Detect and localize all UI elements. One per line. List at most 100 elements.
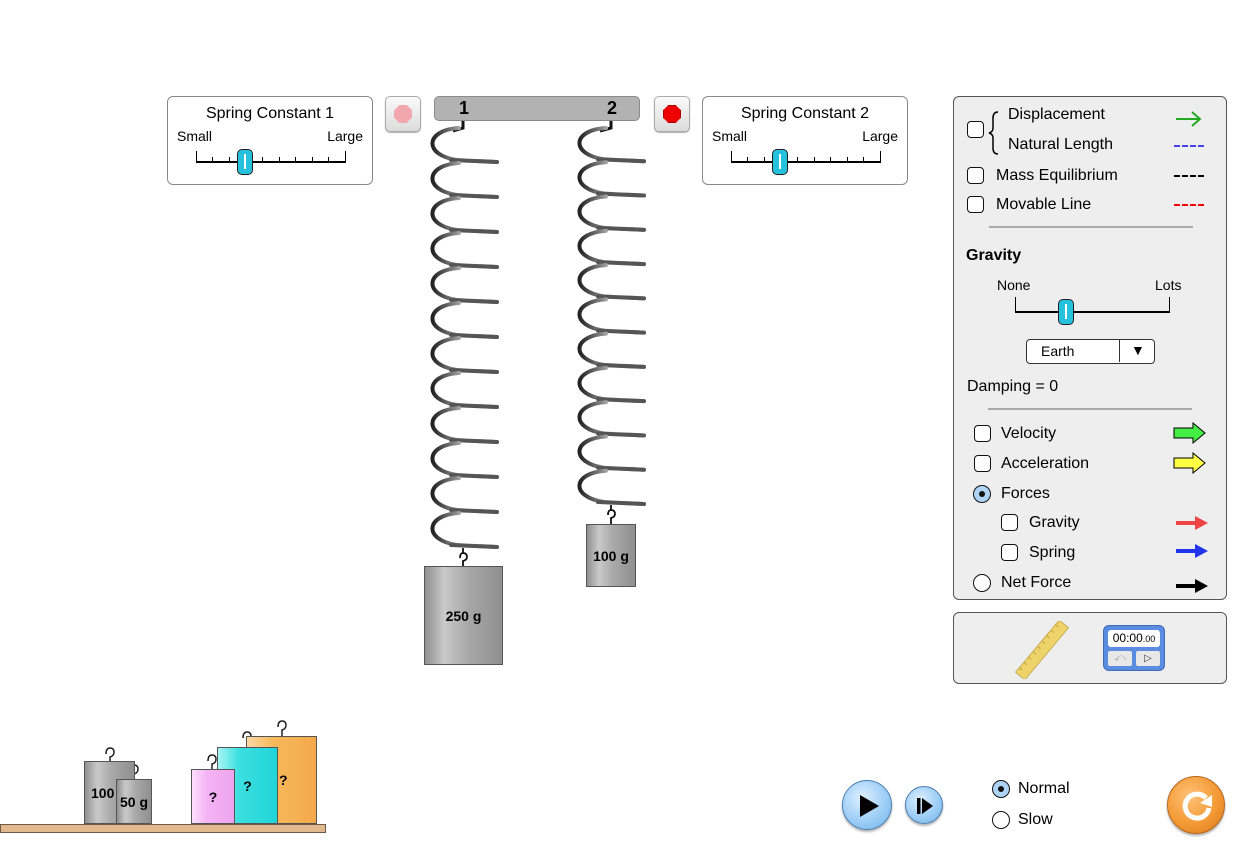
spring-coil: [430, 511, 499, 549]
gravity-force-label: Gravity: [1029, 514, 1080, 531]
spring-force-label: Spring: [1029, 544, 1076, 561]
movable-line-checkbox[interactable]: [967, 196, 984, 213]
shelf-mystery-mass-pink[interactable]: ?: [191, 769, 235, 824]
speed-normal-label: Normal: [1018, 780, 1070, 797]
ruler-icon[interactable]: [1014, 621, 1070, 679]
spring-coil: [430, 161, 499, 199]
play-button[interactable]: [842, 780, 892, 830]
net-force-arrow-icon: [1176, 579, 1208, 593]
hook-icon: [105, 747, 115, 762]
spring-coil: [577, 297, 646, 335]
slider-track: [1015, 311, 1170, 313]
divider: [989, 226, 1193, 228]
hook-icon: [607, 505, 616, 524]
spring-coil: [430, 231, 499, 269]
brace-icon: [988, 111, 999, 155]
hook-icon: [207, 754, 217, 770]
spring-coil-band: [449, 543, 499, 549]
mass-label: 250 g: [445, 607, 482, 624]
stopwatch-display: 00:00.00: [1108, 630, 1160, 647]
stopwatch-icon[interactable]: 00:00.00 ⤺ ▷: [1103, 625, 1165, 671]
speed-normal-radio[interactable]: [992, 780, 1010, 798]
velocity-checkbox[interactable]: [974, 425, 991, 442]
gravity-thumb[interactable]: [1058, 299, 1074, 325]
spring-coil: [577, 400, 646, 438]
stopwatch-play-button[interactable]: ▷: [1136, 651, 1160, 666]
step-button[interactable]: [905, 786, 943, 824]
damping-label: Damping = 0: [967, 378, 1059, 395]
natural-length-line-icon: [1174, 145, 1204, 147]
slider-tick: [1169, 297, 1170, 312]
hook-icon: [277, 720, 287, 736]
velocity-arrow-icon: [1173, 422, 1206, 444]
gravity-slider[interactable]: [1015, 297, 1170, 327]
spring-coil: [430, 441, 499, 479]
planet-dropdown[interactable]: Earth ▼: [1026, 339, 1155, 364]
dropdown-divider: [1119, 340, 1120, 362]
stopwatch-fraction: .00: [1142, 634, 1156, 644]
velocity-label: Velocity: [1001, 425, 1057, 442]
spring-coil: [430, 476, 499, 514]
speed-slow-label: Slow: [1018, 811, 1053, 828]
forces-label: Forces: [1001, 485, 1050, 502]
displacement-checkbox[interactable]: [967, 121, 984, 138]
hook-icon: [459, 548, 468, 566]
mass-equilibrium-label: Mass Equilibrium: [996, 167, 1118, 184]
reset-all-button[interactable]: [1167, 776, 1225, 834]
mass-equilibrium-checkbox[interactable]: [967, 167, 984, 184]
mass-shelf: [0, 824, 326, 833]
forces-radio[interactable]: [973, 485, 991, 503]
spring-coil: [577, 160, 646, 198]
natural-length-label: Natural Length: [1008, 136, 1113, 153]
mass-label: ?: [208, 788, 218, 805]
spring-coil: [430, 406, 499, 444]
spring-coil: [577, 331, 646, 369]
mass-label: ?: [243, 777, 252, 794]
spring-coil: [430, 266, 499, 304]
reset-icon: [1182, 791, 1212, 821]
spring-coil: [577, 126, 646, 164]
gravity-force-checkbox[interactable]: [1001, 514, 1018, 531]
acceleration-arrow-icon: [1173, 452, 1206, 474]
spring-force-checkbox[interactable]: [1001, 544, 1018, 561]
movable-line-line-icon: [1174, 204, 1204, 206]
acceleration-checkbox[interactable]: [974, 455, 991, 472]
tools-panel: 00:00.00 ⤺ ▷: [953, 612, 1227, 684]
shelf-mass-50g[interactable]: 50 g: [116, 779, 152, 824]
spring-force-arrow-icon: [1176, 544, 1208, 558]
net-force-radio[interactable]: [973, 574, 991, 592]
planet-dropdown-value: Earth: [1041, 343, 1075, 359]
mass-label: ?: [279, 772, 288, 788]
triangle-down-icon: ▼: [1131, 342, 1145, 358]
gravity-title: Gravity: [966, 247, 1022, 264]
spring-coil: [430, 196, 499, 234]
mass-label: 50 g: [119, 793, 148, 810]
stopwatch-reset-button[interactable]: ⤺: [1108, 651, 1132, 666]
gravity-force-arrow-icon: [1176, 516, 1208, 530]
spring-coil-band: [596, 500, 646, 506]
mass-equilibrium-line-icon: [1174, 175, 1204, 177]
spring-2: [577, 121, 646, 524]
spring-coil: [577, 228, 646, 267]
displacement-arrow-icon: [1176, 111, 1202, 127]
spring-coil: [577, 194, 646, 232]
speed-slow-radio[interactable]: [992, 811, 1010, 829]
acceleration-label: Acceleration: [1001, 455, 1090, 472]
hanging-mass-250g[interactable]: 250 g: [424, 566, 503, 665]
spring-coil: [577, 434, 646, 472]
play-icon: [860, 795, 879, 817]
gravity-max-label: Lots: [1155, 277, 1182, 293]
movable-line-label: Movable Line: [996, 196, 1092, 213]
mass-label: 100 g: [593, 547, 629, 564]
spring-coil: [577, 365, 646, 404]
spring-coil: [577, 468, 646, 506]
net-force-label: Net Force: [1001, 574, 1072, 591]
spring-coil: [430, 336, 499, 374]
spring-coil: [577, 263, 646, 301]
hanging-mass-100g[interactable]: 100 g: [586, 524, 636, 587]
step-icon: [917, 798, 933, 814]
stopwatch-time: 00:00: [1112, 631, 1143, 645]
mass-label: 100: [91, 784, 115, 801]
displacement-label: Displacement: [1008, 106, 1105, 123]
spring-coil: [430, 301, 499, 339]
